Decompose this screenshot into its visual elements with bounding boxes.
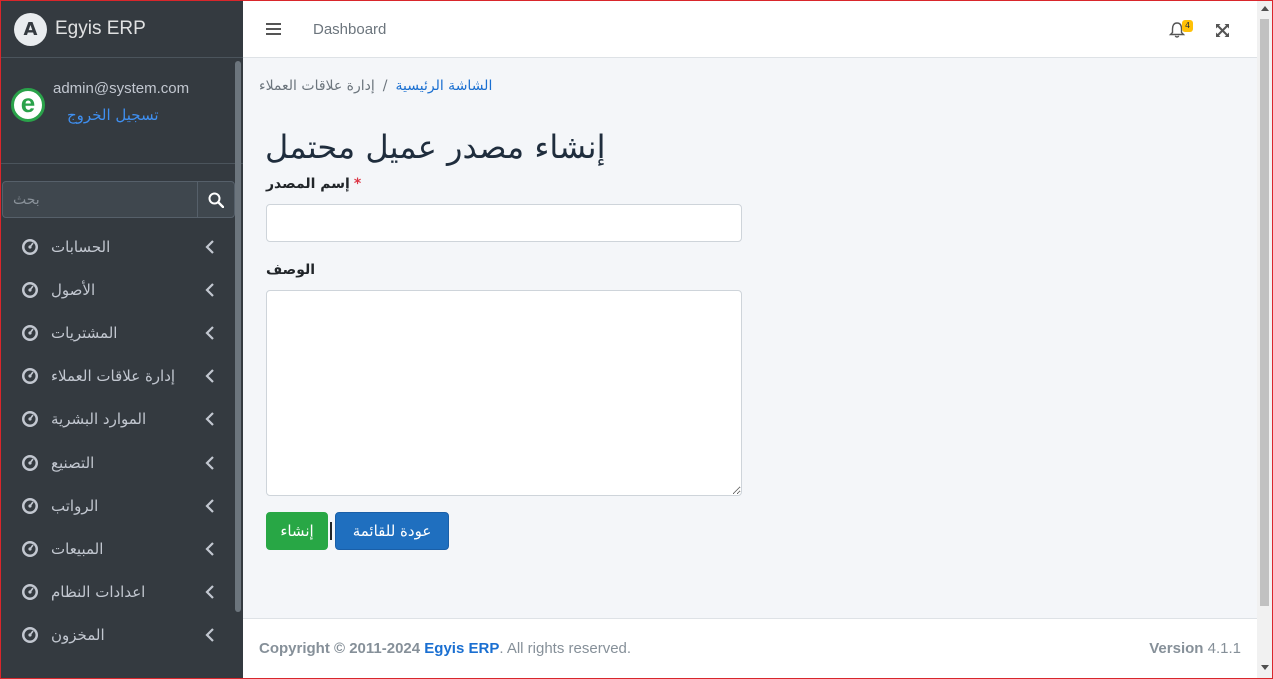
sidebar-search <box>2 181 235 218</box>
chevron-left-icon <box>205 326 214 340</box>
source-name-input[interactable] <box>266 204 742 242</box>
sidebar-item-label: المشتريات <box>51 323 118 342</box>
breadcrumb-separator: / <box>382 78 388 94</box>
tachometer-icon <box>22 497 38 514</box>
footer-brand-link[interactable]: Egyis ERP <box>424 640 499 657</box>
sidebar-item[interactable]: التصنيع <box>1 441 235 484</box>
button-divider <box>330 522 332 540</box>
sidebar-nav: الحسابات الأصول المشتريات إدارة علاقات العم… <box>1 225 235 657</box>
version-info: Version 4.1.1 <box>1149 640 1241 657</box>
chevron-left-icon <box>205 239 214 254</box>
brand[interactable]: A Egyis ERP <box>1 1 243 58</box>
notification-badge: 4 <box>1182 20 1194 32</box>
sidebar-item[interactable]: إدارة علاقات العملاء <box>1 355 235 398</box>
main-content: الشاشة الرئيسية / إدارة علاقات العملاء إ… <box>243 58 1257 618</box>
brand-logo: A <box>14 12 47 46</box>
chevron-left-icon <box>205 498 214 513</box>
avatar: e <box>11 88 45 122</box>
sidebar-item-label: الموارد البشرية <box>51 410 147 429</box>
sidebar-item[interactable]: الرواتب <box>1 484 235 527</box>
back-to-list-button[interactable]: عودة للقائمة <box>335 512 449 550</box>
fullscreen-icon[interactable] <box>1215 23 1230 38</box>
user-panel: e admin@system.com تسجيل الخروج <box>1 58 243 164</box>
menu-toggle-icon[interactable] <box>266 22 281 36</box>
scroll-thumb[interactable] <box>1260 19 1269 606</box>
sidebar-item[interactable]: الحسابات <box>1 225 235 268</box>
search-button[interactable] <box>197 182 234 217</box>
search-input[interactable] <box>3 182 197 217</box>
chevron-left-icon <box>205 412 214 427</box>
breadcrumb-home[interactable]: الشاشة الرئيسية <box>396 78 493 94</box>
page-scrollbar[interactable] <box>1257 1 1272 678</box>
tachometer-icon <box>22 627 38 644</box>
sidebar-item[interactable]: المبيعات <box>1 527 235 570</box>
required-mark: * <box>353 176 362 192</box>
sidebar-item[interactable]: المشتريات <box>1 311 235 354</box>
breadcrumb-current: إدارة علاقات العملاء <box>259 78 375 94</box>
sidebar: A Egyis ERP e admin@system.com تسجيل الخ… <box>1 1 243 678</box>
logout-link[interactable]: تسجيل الخروج <box>67 106 189 124</box>
create-button[interactable]: إنشاء <box>266 512 328 550</box>
sidebar-item[interactable]: الموارد البشرية <box>1 398 235 441</box>
description-textarea[interactable] <box>266 290 742 496</box>
page-title: إنشاء مصدر عميل محتمل <box>265 128 606 166</box>
footer: Copyright © 2011-2024 Egyis ERP. All rig… <box>243 618 1257 678</box>
sidebar-item-label: الرواتب <box>51 496 99 515</box>
tachometer-icon <box>22 238 38 255</box>
tachometer-icon <box>22 368 38 385</box>
top-navbar: Dashboard 4 <box>243 1 1257 58</box>
sidebar-scrollbar[interactable] <box>235 61 241 612</box>
dashboard-link[interactable]: Dashboard <box>313 21 386 38</box>
sidebar-item-label: الأصول <box>51 280 96 299</box>
tachometer-icon <box>22 584 38 601</box>
sidebar-item[interactable]: اعدادات النظام <box>1 571 235 614</box>
brand-name: Egyis ERP <box>55 18 146 39</box>
chevron-left-icon <box>205 628 214 643</box>
chevron-left-icon <box>205 283 214 297</box>
tachometer-icon <box>22 540 38 557</box>
sidebar-item[interactable]: المخزون <box>1 614 235 657</box>
search-icon <box>208 192 224 208</box>
name-label: إسم المصدر * <box>266 176 362 192</box>
tachometer-icon <box>22 454 38 471</box>
tachometer-icon <box>22 411 38 428</box>
sidebar-item-label: إدارة علاقات العملاء <box>51 367 176 386</box>
chevron-left-icon <box>205 369 214 383</box>
copyright-text: Copyright © 2011-2024 Egyis ERP. All rig… <box>259 640 632 657</box>
breadcrumb: الشاشة الرئيسية / إدارة علاقات العملاء <box>259 78 492 94</box>
sidebar-item-label: الحسابات <box>51 237 111 256</box>
sidebar-item[interactable]: الأصول <box>1 268 235 311</box>
sidebar-item-label: المبيعات <box>51 539 104 558</box>
sidebar-item-label: التصنيع <box>51 453 95 472</box>
sidebar-item-label: اعدادات النظام <box>51 583 146 602</box>
tachometer-icon <box>22 281 38 298</box>
description-label: الوصف <box>266 262 316 278</box>
user-email: admin@system.com <box>53 80 190 97</box>
sidebar-item-label: المخزون <box>51 626 105 645</box>
tachometer-icon <box>22 324 38 341</box>
scroll-up-icon[interactable] <box>1261 6 1269 11</box>
chevron-left-icon <box>205 585 214 599</box>
scroll-down-icon[interactable] <box>1261 665 1269 670</box>
chevron-left-icon <box>205 542 214 556</box>
chevron-left-icon <box>205 455 214 470</box>
